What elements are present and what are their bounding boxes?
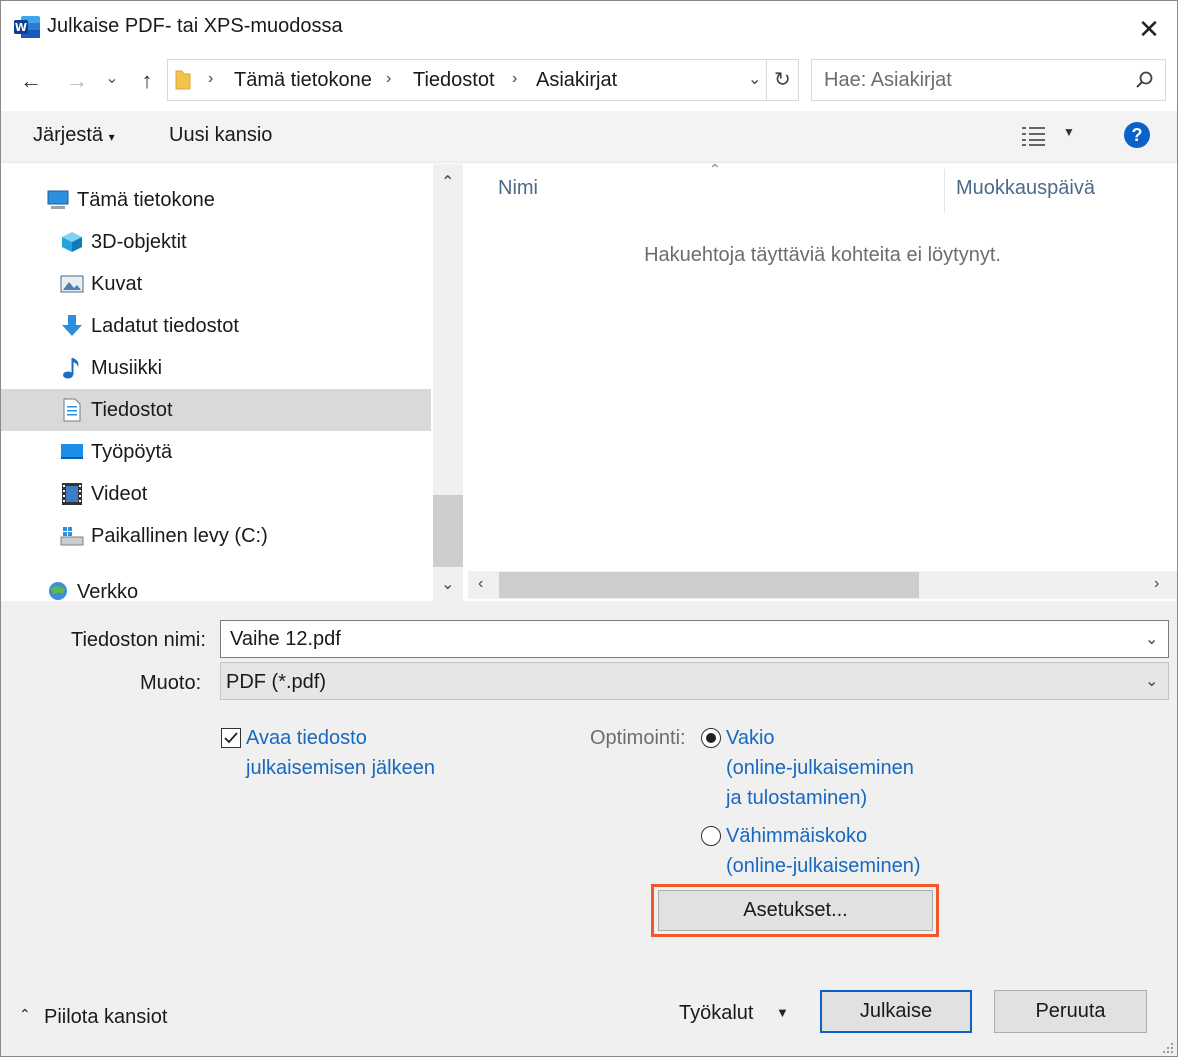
- scroll-right-icon[interactable]: ›: [1154, 575, 1159, 593]
- scroll-down-icon[interactable]: ⌄: [441, 574, 454, 594]
- search-input[interactable]: Hae: Asiakirjat: [811, 59, 1166, 101]
- open-after-publish-label[interactable]: Avaa tiedosto: [246, 727, 367, 750]
- optimize-label: Optimointi:: [590, 727, 686, 749]
- file-list: [468, 164, 1177, 601]
- close-icon: ✕: [1138, 14, 1160, 44]
- search-icon: [1136, 71, 1153, 88]
- chevron-up-icon: ⌃: [19, 1006, 31, 1022]
- resize-grip-icon[interactable]: [1159, 1039, 1175, 1055]
- tree-item-desktop[interactable]: Työpöytä: [1, 431, 431, 473]
- optimize-standard-radio[interactable]: [701, 728, 721, 748]
- search-placeholder: Hae: Asiakirjat: [824, 69, 952, 91]
- window-title: Julkaise PDF- tai XPS-muodossa: [47, 15, 343, 37]
- up-button[interactable]: ↑: [129, 59, 165, 103]
- pictures-icon: [60, 275, 84, 293]
- address-bar[interactable]: › Tämä tietokone › Tiedostot › Asiakirja…: [167, 59, 799, 101]
- up-arrow-icon: ↑: [141, 68, 153, 93]
- open-after-publish-label-line2[interactable]: julkaisemisen jälkeen: [246, 757, 435, 780]
- tree-item-3d-objects[interactable]: 3D-objektit: [1, 221, 431, 263]
- scroll-left-icon[interactable]: ‹: [478, 575, 483, 593]
- breadcrumb-separator: ›: [512, 70, 518, 87]
- filename-value: Vaihe 12.pdf: [230, 628, 341, 650]
- refresh-icon[interactable]: ↻: [774, 67, 791, 92]
- music-icon: [63, 358, 79, 379]
- tree-item-local-disk[interactable]: Paikallinen levy (C:): [1, 515, 431, 557]
- back-arrow-icon: ←: [20, 68, 42, 93]
- settings-button[interactable]: Asetukset...: [658, 890, 933, 931]
- videos-icon: [62, 483, 82, 505]
- chevron-down-icon: ⌄: [105, 70, 119, 87]
- tree-item-downloads[interactable]: Ladatut tiedostot: [1, 305, 431, 347]
- back-button[interactable]: ←: [13, 59, 49, 103]
- optimize-standard-desc-2[interactable]: ja tulostaminen): [726, 787, 867, 810]
- column-header-name[interactable]: Nimi: [498, 177, 538, 200]
- recent-locations-button[interactable]: ⌄: [101, 57, 123, 101]
- close-button[interactable]: ✕: [1129, 9, 1169, 49]
- tree-scrollbar-thumb[interactable]: [433, 495, 463, 567]
- filename-field[interactable]: Vaihe 12.pdf ⌄: [220, 620, 1169, 658]
- forward-arrow-icon: →: [66, 68, 88, 93]
- empty-results-message: Hakuehtoja täyttäviä kohteita ei löytyny…: [644, 244, 1001, 266]
- optimize-standard-label[interactable]: Vakio: [726, 727, 775, 750]
- tools-dropdown-icon[interactable]: ▼: [776, 1005, 789, 1020]
- format-value: PDF (*.pdf): [226, 671, 327, 693]
- hscrollbar-thumb[interactable]: [499, 572, 919, 598]
- format-select[interactable]: PDF (*.pdf) ⌄: [220, 662, 1169, 700]
- tree-item-this-pc[interactable]: Tämä tietokone: [1, 179, 431, 221]
- column-header-date-modified[interactable]: Muokkauspäivä: [956, 177, 1095, 200]
- tree-item-pictures[interactable]: Kuvat: [1, 263, 431, 305]
- column-divider[interactable]: [944, 169, 945, 213]
- open-after-publish-checkbox[interactable]: [221, 728, 241, 748]
- format-dropdown-icon[interactable]: ⌄: [1145, 671, 1158, 691]
- filename-dropdown-icon[interactable]: ⌄: [1145, 629, 1158, 649]
- breadcrumb-separator: ›: [208, 70, 214, 87]
- documents-icon: [63, 398, 81, 422]
- word-app-icon: W: [14, 16, 40, 38]
- folder-icon: [175, 70, 191, 90]
- optimize-minimum-label[interactable]: Vähimmäiskoko: [726, 825, 867, 848]
- forward-button[interactable]: →: [59, 59, 95, 103]
- 3d-objects-icon: [62, 232, 82, 252]
- optimize-minimum-desc[interactable]: (online-julkaiseminen): [726, 855, 921, 878]
- divider: [766, 60, 767, 100]
- tree-item-music[interactable]: Musiikki: [1, 347, 431, 389]
- optimize-minimum-radio[interactable]: [701, 826, 721, 846]
- breadcrumb-asiakirjat[interactable]: Asiakirjat: [536, 69, 617, 92]
- checkmark-icon: [224, 732, 238, 744]
- organize-menu[interactable]: Järjestä ▾: [33, 124, 115, 147]
- navigation-tree: Tämä tietokone 3D-objektit Kuvat Ladatut…: [1, 164, 433, 603]
- publish-dialog: W Julkaise PDF- tai XPS-muodossa ✕ ← → ⌄…: [0, 0, 1178, 1057]
- help-button[interactable]: ?: [1124, 122, 1150, 148]
- radio-selected-dot: [706, 733, 716, 743]
- address-dropdown-icon[interactable]: ⌄: [748, 69, 761, 89]
- hide-folders-button[interactable]: Piilota kansiot: [44, 1006, 167, 1029]
- scroll-up-icon[interactable]: ⌃: [441, 172, 454, 192]
- publish-button[interactable]: Julkaise: [820, 990, 972, 1033]
- tree-item-videos[interactable]: Videot: [1, 473, 431, 515]
- new-folder-button[interactable]: Uusi kansio: [169, 124, 272, 147]
- tree-item-documents[interactable]: Tiedostot: [1, 389, 431, 431]
- view-details-icon[interactable]: [1021, 125, 1047, 147]
- breadcrumb-documents[interactable]: Tiedostot: [413, 69, 495, 92]
- breadcrumb-this-pc[interactable]: Tämä tietokone: [234, 69, 372, 92]
- svg-text:W: W: [15, 21, 27, 34]
- optimize-standard-desc-1[interactable]: (online-julkaiseminen: [726, 757, 914, 780]
- tools-menu[interactable]: Työkalut: [679, 1002, 753, 1025]
- local-disk-icon: [60, 527, 84, 546]
- computer-icon: [47, 190, 69, 209]
- format-label: Muoto:: [140, 672, 202, 694]
- view-options-dropdown[interactable]: ▼: [1063, 125, 1075, 139]
- filename-label: Tiedoston nimi:: [71, 629, 206, 651]
- download-icon: [62, 315, 82, 336]
- cancel-button[interactable]: Peruuta: [994, 990, 1147, 1033]
- command-bar: Järjestä ▾ Uusi kansio ▼: [1, 111, 1177, 163]
- breadcrumb-separator: ›: [386, 70, 392, 87]
- sort-ascending-icon: ⌃: [709, 161, 721, 177]
- desktop-icon: [61, 444, 83, 459]
